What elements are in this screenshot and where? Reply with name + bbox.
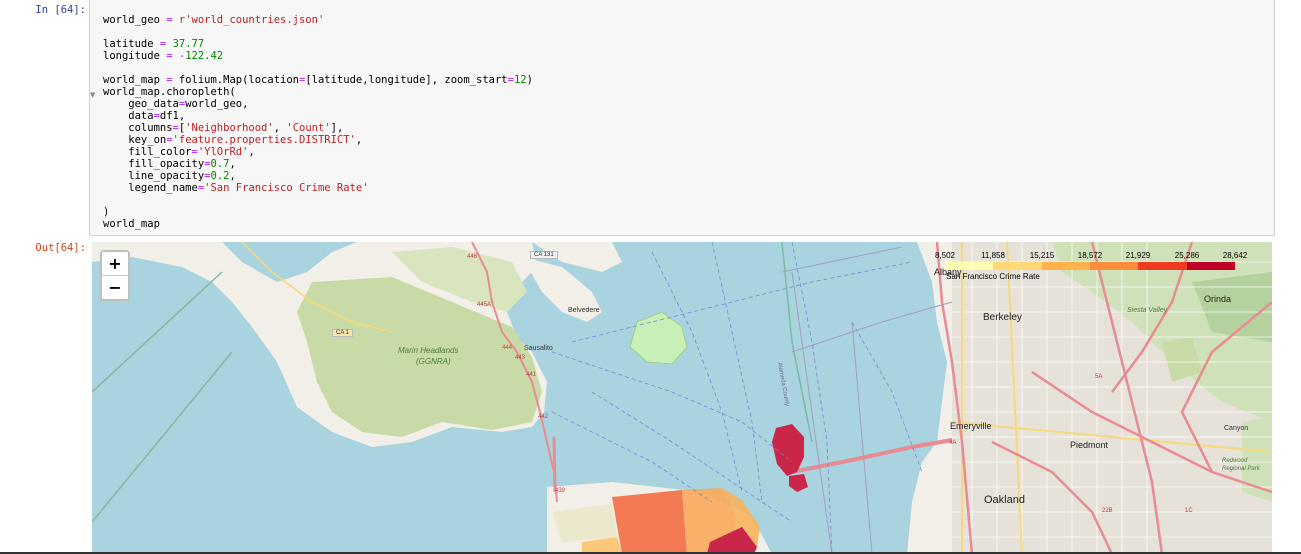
- legend-tick: 8,502: [934, 251, 956, 260]
- map-label-redwood: Redwood Regional Park: [1222, 458, 1260, 472]
- map-label-sausalito: Sausalito: [524, 345, 553, 352]
- code-line: world_geo = r'world_countries.json': [103, 14, 325, 26]
- route-badge-ca1: CA 1: [332, 329, 354, 337]
- route-label-5a: 5A: [1095, 374, 1103, 380]
- legend-tick: 11,858: [981, 251, 1005, 260]
- route-label-442: 442: [538, 414, 549, 420]
- route-label-439: 439: [555, 488, 566, 494]
- route-label-441: 441: [526, 372, 537, 378]
- legend-swatch: [993, 262, 1042, 270]
- map-label-canyon: Canyon: [1224, 425, 1249, 432]
- code-line: longitude = -122.42: [103, 50, 224, 62]
- map-label-orinda: Orinda: [1204, 294, 1232, 304]
- legend-title: San Francisco Crime Rate: [946, 272, 1040, 281]
- map-label-ggnra: (GGNRA): [416, 357, 451, 366]
- legend-swatch: [1138, 262, 1187, 270]
- code-line: data=df1,: [103, 110, 186, 122]
- route-badge-ca131: CA 131: [530, 251, 558, 259]
- zoom-control: + −: [100, 250, 130, 301]
- legend-tick: 18,572: [1077, 251, 1103, 260]
- legend-swatch: [945, 262, 994, 270]
- map-label-berkeley: Berkeley: [983, 312, 1022, 323]
- code-cell-input[interactable]: world_geo = r'world_countries.json' lati…: [89, 0, 1275, 236]
- map-label-siesta: Siesta Valley: [1127, 307, 1168, 314]
- legend-tick: 21,929: [1125, 251, 1151, 260]
- route-label-444: 444: [502, 345, 513, 351]
- input-prompt: In [64]:: [35, 4, 86, 16]
- legend-color-bar: [945, 262, 1235, 270]
- code-line: latitude = 37.77: [103, 38, 205, 50]
- map-label-marin: Marin Headlands: [398, 346, 459, 355]
- map-label-belvedere: Belvedere: [568, 307, 600, 314]
- code-editor[interactable]: world_geo = r'world_countries.json' lati…: [103, 14, 533, 230]
- output-prompt: Out[64]:: [35, 242, 86, 254]
- map-label-piedmont: Piedmont: [1070, 440, 1109, 450]
- code-line: fill_opacity=0.7,: [103, 158, 236, 170]
- route-label-446: 446: [467, 254, 478, 260]
- map-label-oakland: Oakland: [984, 494, 1025, 506]
- legend-tick: 25,286: [1174, 251, 1200, 260]
- code-line: world_map = folium.Map(location=[latitud…: [103, 74, 533, 86]
- legend-tick: 15,215: [1029, 251, 1055, 260]
- code-line: fill_color='YlOrRd',: [103, 146, 255, 158]
- route-label-4a: 4A: [949, 440, 957, 446]
- legend-swatch: [1089, 262, 1139, 270]
- route-label-22b: 22B: [1102, 508, 1113, 514]
- map-tiles: [92, 242, 1272, 554]
- code-line: columns=['Neighborhood', 'Count'],: [103, 122, 344, 134]
- legend-tick: 28,642: [1222, 251, 1248, 260]
- code-line: legend_name='San Francisco Crime Rate': [103, 182, 369, 194]
- legend-swatch: [1041, 262, 1090, 270]
- code-line: ): [103, 206, 110, 218]
- folium-map[interactable]: + − 8,502 11,858 15,215 18,572 21,929 25…: [92, 242, 1272, 554]
- fold-arrow-icon[interactable]: ▼: [90, 91, 95, 99]
- map-label-emeryville: Emeryville: [950, 421, 992, 431]
- legend-swatch: [1186, 262, 1235, 270]
- code-line: world_map.choropleth(: [103, 86, 236, 98]
- code-line: geo_data=world_geo,: [103, 98, 249, 110]
- zoom-out-button[interactable]: −: [102, 275, 128, 299]
- route-label-445: 445A: [477, 302, 492, 308]
- zoom-in-button[interactable]: +: [102, 252, 128, 275]
- route-label-1c: 1C: [1185, 508, 1193, 514]
- choropleth-legend: 8,502 11,858 15,215 18,572 21,929 25,286…: [935, 247, 1271, 283]
- route-label-443: 443: [515, 355, 526, 361]
- code-line: world_map: [103, 218, 160, 230]
- code-line: key_on='feature.properties.DISTRICT',: [103, 134, 363, 146]
- code-line: line_opacity=0.2,: [103, 170, 236, 182]
